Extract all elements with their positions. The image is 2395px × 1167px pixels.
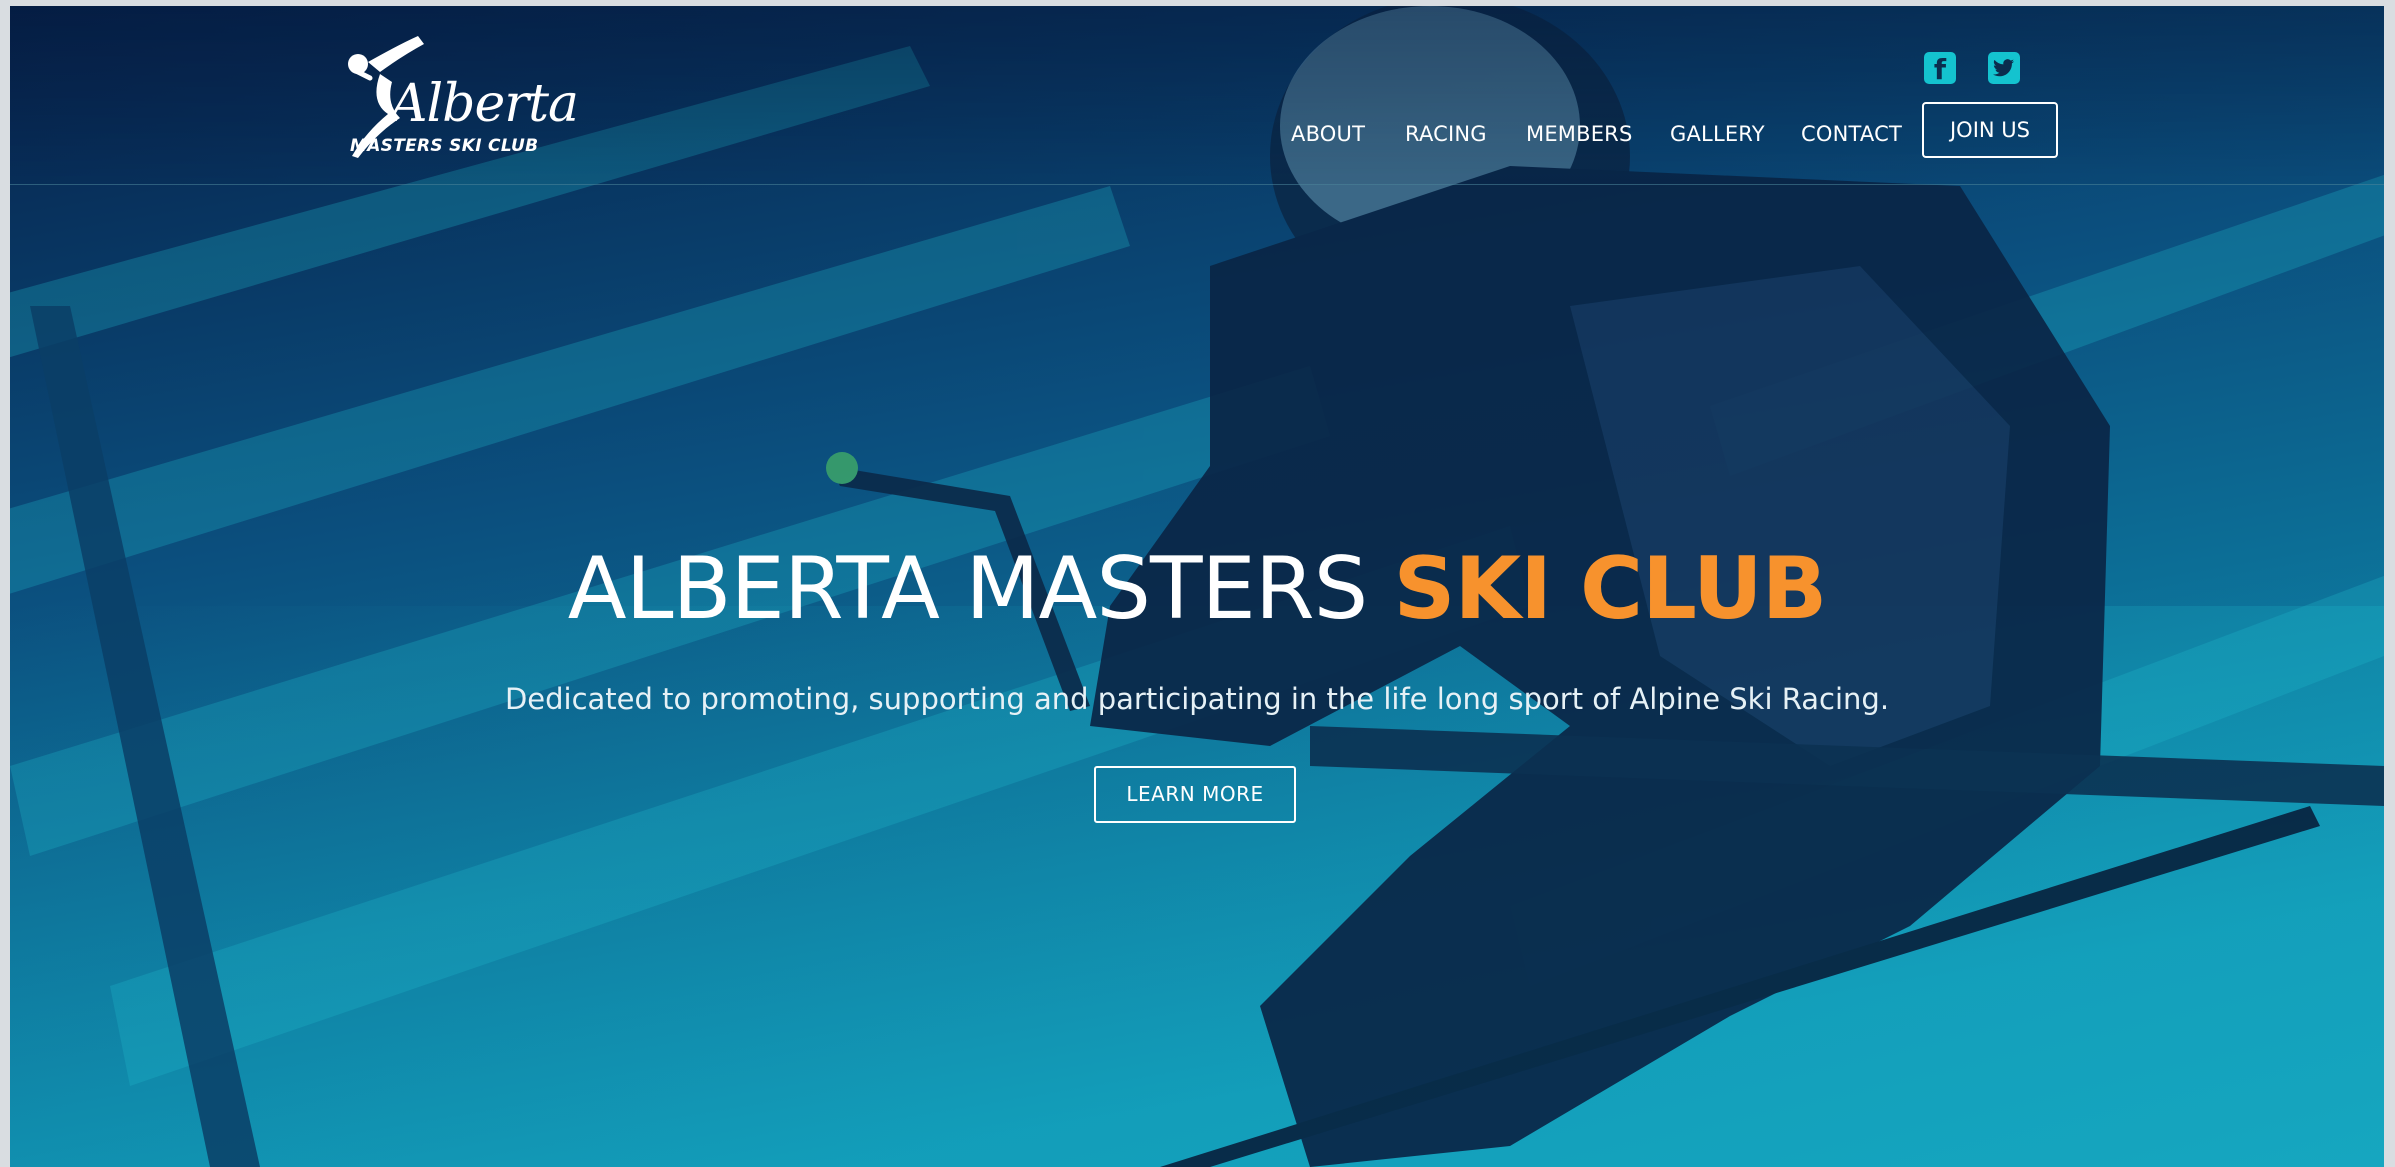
nav-item-contact[interactable]: CONTACT bbox=[1801, 122, 1902, 146]
hero-title: ALBERTA MASTERS SKI CLUB bbox=[10, 546, 2384, 632]
nav-item-racing[interactable]: RACING bbox=[1405, 122, 1487, 146]
hero-title-accent: SKI CLUB bbox=[1393, 539, 1828, 639]
hero-tagline: Dedicated to promoting, supporting and p… bbox=[504, 682, 1890, 716]
hero-title-main: ALBERTA MASTERS bbox=[567, 539, 1394, 639]
logo-wordmark: Alberta bbox=[390, 74, 579, 134]
browser-page: Alberta MASTERS SKI CLUB f ABOUT RACING … bbox=[10, 6, 2384, 1167]
facebook-icon[interactable]: f bbox=[1924, 52, 1956, 86]
twitter-icon[interactable] bbox=[1988, 52, 2020, 84]
site-logo[interactable]: Alberta MASTERS SKI CLUB bbox=[340, 22, 579, 172]
nav-item-about[interactable]: ABOUT bbox=[1291, 122, 1365, 146]
nav-item-members[interactable]: MEMBERS bbox=[1526, 122, 1633, 146]
nav-item-gallery[interactable]: GALLERY bbox=[1670, 122, 1765, 146]
logo-subtitle: MASTERS SKI CLUB bbox=[350, 136, 539, 156]
join-us-button[interactable]: JOIN US bbox=[1922, 102, 2058, 158]
learn-more-button[interactable]: LEARN MORE bbox=[1094, 766, 1296, 823]
